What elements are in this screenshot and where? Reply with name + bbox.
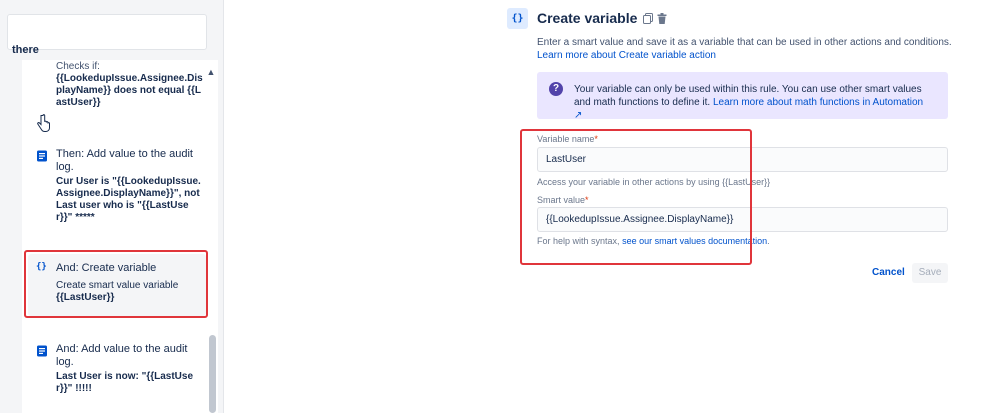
braces-icon: {} (507, 7, 528, 29)
condition-expression: {{LookedupIssue.Assignee.DisplayName}} d… (56, 73, 203, 108)
page-title: Create variable (537, 10, 638, 26)
config-header: {} Create variable (507, 7, 667, 29)
copy-icon[interactable] (643, 12, 654, 24)
highlight-box-left (24, 250, 208, 318)
step-then-add-audit-log[interactable]: Then: Add value to the audit log. Cur Us… (30, 148, 208, 238)
cancel-button[interactable]: Cancel (866, 263, 911, 283)
question-icon: ? (549, 82, 563, 96)
step-detail: Last User is now: "{{LastUser}}" !!!!! (56, 371, 194, 394)
trash-icon[interactable] (657, 12, 667, 24)
audit-log-icon (37, 345, 47, 357)
save-button[interactable]: Save (912, 263, 948, 283)
step-detail: Cur User is "{{LookedupIssue.Assignee.Di… (56, 176, 201, 223)
highlight-box-right (520, 129, 752, 265)
rule-panel: there ▲ Checks if: {{LookedupIssue.Assig… (0, 0, 224, 413)
rule-component-text: there (12, 44, 39, 56)
step-title: And: Add value to the audit log. (56, 343, 188, 368)
info-text: Your variable can only be used within th… (574, 84, 924, 121)
info-panel: ? Your variable can only be used within … (537, 72, 948, 121)
condition-prefix: Checks if: (56, 61, 100, 72)
scroll-up-arrow-icon[interactable]: ▲ (205, 66, 217, 78)
condition-step[interactable]: Checks if: {{LookedupIssue.Assignee.Disp… (56, 61, 206, 109)
scrollbar-thumb[interactable] (209, 335, 216, 413)
hand-cursor-icon (37, 114, 50, 132)
step-add-audit-log[interactable]: And: Add value to the audit log. Last Us… (30, 343, 208, 403)
action-description: Enter a smart value and save it as a var… (537, 37, 952, 61)
audit-log-icon (37, 150, 47, 162)
step-title: Then: Add value to the audit log. (56, 148, 193, 173)
learn-more-link[interactable]: Learn more about Create variable action (537, 50, 716, 61)
